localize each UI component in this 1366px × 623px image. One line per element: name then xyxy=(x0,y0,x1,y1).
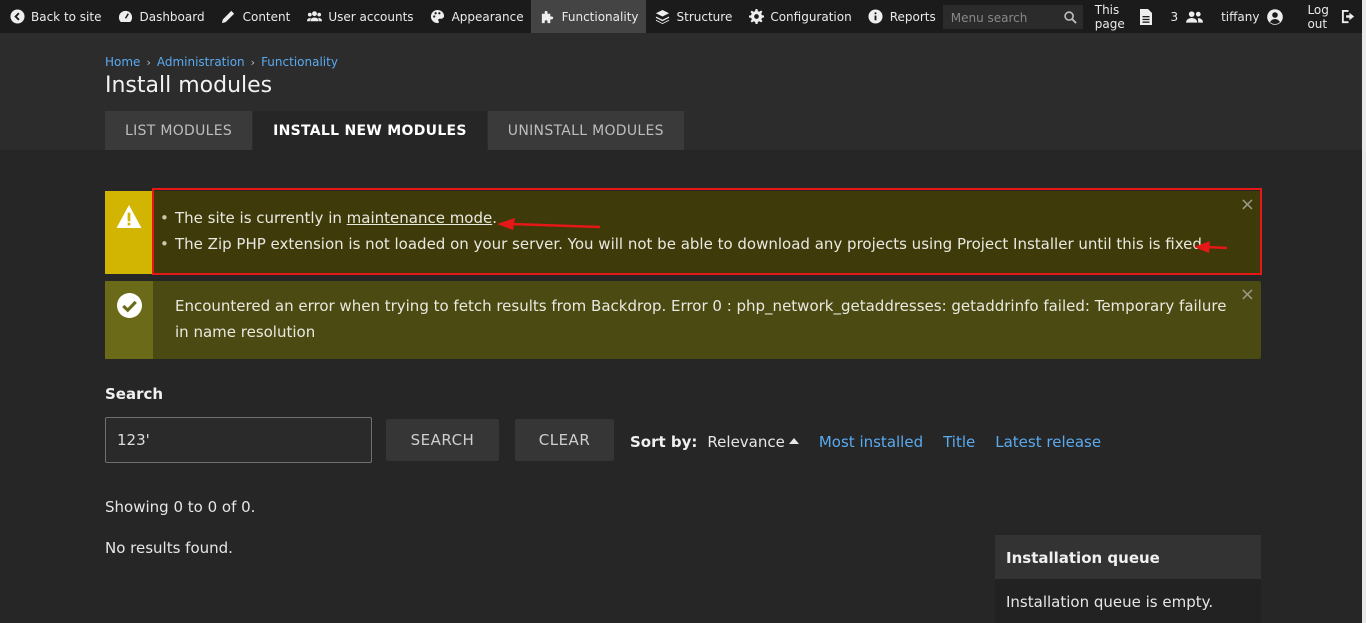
configuration-label: Configuration xyxy=(770,9,852,24)
annotation-arrow-2 xyxy=(1194,241,1228,253)
sort-relevance-current[interactable]: Relevance xyxy=(707,433,784,451)
appearance-link[interactable]: Appearance xyxy=(421,0,531,33)
palette-icon xyxy=(430,9,446,25)
tab-uninstall-modules[interactable]: UNINSTALL MODULES xyxy=(487,111,685,150)
warning-item-zip: The Zip PHP extension is not loaded on y… xyxy=(160,231,1261,257)
puzzle-icon xyxy=(540,9,556,25)
tab-install-new-modules[interactable]: INSTALL NEW MODULES xyxy=(253,111,488,151)
clear-button[interactable]: CLEAR xyxy=(515,419,614,461)
close-icon[interactable]: × xyxy=(1240,286,1255,304)
this-page-link[interactable]: This page xyxy=(1089,0,1159,33)
no-results-text: No results found. xyxy=(105,539,233,557)
scrollbar[interactable] xyxy=(1362,0,1366,623)
page-title: Install modules xyxy=(105,73,273,98)
dashboard-link[interactable]: Dashboard xyxy=(108,0,211,33)
sort-latest-release-link[interactable]: Latest release xyxy=(995,433,1101,451)
installation-queue-title: Installation queue xyxy=(995,535,1261,579)
functionality-link[interactable]: Functionality xyxy=(530,0,646,33)
this-page-label: This page xyxy=(1094,2,1125,31)
username: tiffany xyxy=(1221,9,1260,24)
tab-list-modules[interactable]: LIST MODULES xyxy=(105,111,254,150)
search-input[interactable] xyxy=(105,417,372,463)
structure-link[interactable]: Structure xyxy=(646,0,740,33)
reports-label: Reports xyxy=(889,9,936,24)
status-message-text: Encountered an error when trying to fetc… xyxy=(175,297,1227,341)
warning-line1-text: The site is currently in xyxy=(175,209,347,227)
status-message: Encountered an error when trying to fetc… xyxy=(105,281,1261,359)
warning-icon xyxy=(115,204,143,233)
sort-controls: Sort by: Relevance Most installed Title … xyxy=(630,433,1121,451)
dashboard-label: Dashboard xyxy=(139,9,205,24)
structure-label: Structure xyxy=(676,9,733,24)
page-header: Home › Administration › Functionality In… xyxy=(0,33,1362,151)
configuration-link[interactable]: Configuration xyxy=(739,0,858,33)
user-count-link[interactable]: 3 xyxy=(1158,0,1209,33)
appearance-label: Appearance xyxy=(451,9,524,24)
admin-toolbar: Back to site Dashboard Content User acco… xyxy=(0,0,1366,33)
search-button[interactable]: SEARCH xyxy=(386,419,499,461)
pencil-icon xyxy=(221,9,237,25)
warning-item-maintenance: The site is currently in maintenance mod… xyxy=(160,205,1261,231)
user-circle-icon xyxy=(1267,8,1284,25)
users-icon xyxy=(1186,10,1204,24)
status-icon-panel xyxy=(105,281,153,359)
installation-queue-empty: Installation queue is empty. xyxy=(995,579,1261,623)
logout-link[interactable]: Log out xyxy=(1289,0,1366,33)
menu-search xyxy=(942,4,1083,29)
chevron-right-icon: › xyxy=(146,55,151,69)
functionality-label: Functionality xyxy=(561,9,639,24)
breadcrumb: Home › Administration › Functionality xyxy=(105,55,338,69)
installation-queue: Installation queue Installation queue is… xyxy=(995,535,1261,623)
reports-link[interactable]: Reports xyxy=(859,0,943,33)
check-circle-icon xyxy=(116,293,142,322)
gauge-icon xyxy=(117,9,133,25)
warning-icon-panel xyxy=(105,191,153,274)
sort-most-installed-link[interactable]: Most installed xyxy=(819,433,923,451)
stack-icon xyxy=(655,9,671,25)
user-accounts-label: User accounts xyxy=(328,9,414,24)
info-icon xyxy=(868,9,884,25)
user-accounts-link[interactable]: User accounts xyxy=(297,0,420,33)
logout-label: Log out xyxy=(1307,2,1329,31)
search-icon[interactable] xyxy=(1064,10,1077,24)
tabs: LIST MODULES INSTALL NEW MODULES UNINSTA… xyxy=(105,111,685,151)
warning-message: The site is currently in maintenance mod… xyxy=(105,191,1261,274)
breadcrumb-home[interactable]: Home xyxy=(105,55,140,69)
sort-ascending-icon xyxy=(788,438,799,444)
chevron-right-icon: › xyxy=(250,55,256,69)
sort-title-link[interactable]: Title xyxy=(943,433,975,451)
sort-label: Sort by: xyxy=(630,433,698,451)
arrow-circle-left-icon xyxy=(9,9,25,25)
annotation-arrow-1 xyxy=(497,218,601,230)
content-link[interactable]: Content xyxy=(212,0,298,33)
maintenance-mode-link[interactable]: maintenance mode xyxy=(347,209,493,227)
results-count: Showing 0 to 0 of 0. xyxy=(105,498,256,516)
gear-icon xyxy=(748,9,764,25)
sign-out-icon xyxy=(1341,9,1356,24)
menu-search-input[interactable] xyxy=(942,4,1083,29)
user-account-link[interactable]: tiffany xyxy=(1209,0,1289,33)
back-to-site-link[interactable]: Back to site xyxy=(0,0,108,33)
search-label: Search xyxy=(105,385,164,403)
breadcrumb-functionality[interactable]: Functionality xyxy=(261,55,338,69)
users-icon xyxy=(306,9,322,25)
content-label: Content xyxy=(242,9,291,24)
close-icon[interactable]: × xyxy=(1240,196,1255,214)
document-icon xyxy=(1140,8,1153,25)
user-count: 3 xyxy=(1170,9,1179,24)
back-to-site-label: Back to site xyxy=(31,9,102,24)
breadcrumb-administration[interactable]: Administration xyxy=(157,55,245,69)
